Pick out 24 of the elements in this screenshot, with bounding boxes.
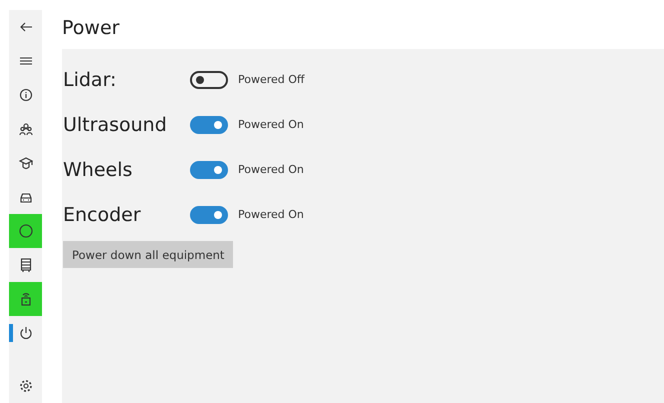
graduation-cap-icon xyxy=(18,156,32,170)
status-label: Powered Off xyxy=(238,73,304,86)
people-icon xyxy=(18,122,32,136)
power-down-button[interactable]: Power down all equipment xyxy=(63,241,234,268)
device-label: Lidar: xyxy=(63,68,118,90)
device-label: Ultrasound xyxy=(63,114,168,136)
sidebar-item[interactable] xyxy=(9,214,42,248)
toggle-switch[interactable] xyxy=(190,206,228,224)
toggle-switch[interactable] xyxy=(190,70,228,88)
list-icon xyxy=(18,258,32,272)
sidebar-item[interactable] xyxy=(9,282,42,316)
status-label: Powered On xyxy=(238,118,304,131)
toggle-switch[interactable] xyxy=(190,116,228,134)
status-label: Powered On xyxy=(238,208,304,221)
device-label: Encoder xyxy=(63,204,142,226)
settings-icon xyxy=(18,379,32,393)
device-label: Wheels xyxy=(63,158,134,180)
back-icon xyxy=(18,20,32,34)
circle-icon xyxy=(18,224,32,238)
page-title: Power xyxy=(62,17,120,39)
info-icon xyxy=(18,88,32,102)
power-icon xyxy=(18,326,32,340)
status-label: Powered On xyxy=(238,163,304,176)
toggle-switch[interactable] xyxy=(190,160,228,178)
